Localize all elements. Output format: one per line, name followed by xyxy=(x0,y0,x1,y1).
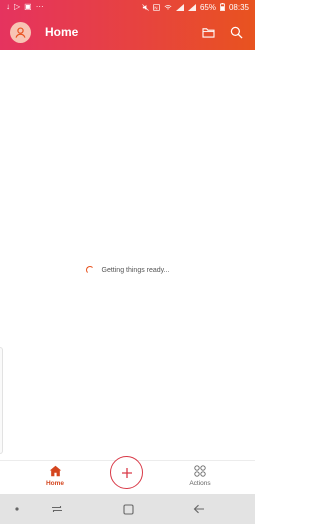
folder-icon xyxy=(201,27,215,38)
create-button[interactable] xyxy=(110,456,143,489)
search-button[interactable] xyxy=(225,21,247,43)
nav-home[interactable]: Home xyxy=(35,465,75,487)
back-button[interactable] xyxy=(192,502,206,516)
loading-text: Getting things ready... xyxy=(101,266,170,274)
system-navigation-bar xyxy=(0,494,255,524)
avatar-icon xyxy=(15,26,26,38)
home-icon xyxy=(49,465,61,477)
battery-percent: 65% xyxy=(199,2,216,12)
recents-button[interactable] xyxy=(50,502,64,516)
edge-panel-handle[interactable] xyxy=(0,347,3,454)
spinner-icon xyxy=(85,266,94,274)
recents-icon xyxy=(52,506,62,512)
system-status: N 65% 08:35 xyxy=(142,3,249,12)
svg-text:N: N xyxy=(154,5,157,10)
nav-actions-label: Actions xyxy=(189,480,211,487)
status-bar: ↓ ▷ ▣ ··· N 65% 08:35 xyxy=(0,0,255,14)
notification-icons: ↓ ▷ ▣ ··· xyxy=(6,3,44,11)
battery-icon xyxy=(220,3,225,11)
main-content xyxy=(0,50,255,460)
square-home-icon xyxy=(122,503,134,515)
loading-indicator: Getting things ready... xyxy=(0,266,255,274)
actions-grid-icon xyxy=(194,465,206,477)
download-notification-icon: ↓ xyxy=(6,2,10,11)
image-notification-icon: ▣ xyxy=(24,2,32,11)
wifi-icon xyxy=(164,4,172,9)
plus-icon xyxy=(121,467,132,478)
home-system-button[interactable] xyxy=(121,502,135,516)
nav-home-label: Home xyxy=(45,480,65,487)
dot-icon xyxy=(15,507,19,511)
page-title: Home xyxy=(45,25,79,39)
nav-actions[interactable]: Actions xyxy=(180,465,220,487)
nfc-icon: N xyxy=(153,3,160,11)
signal-icon-2 xyxy=(187,3,196,11)
clock: 08:35 xyxy=(228,2,249,12)
signal-icon xyxy=(175,3,184,11)
more-notifications-icon: ··· xyxy=(35,2,44,11)
mute-icon xyxy=(142,3,149,11)
system-dot-button[interactable] xyxy=(13,502,21,516)
avatar[interactable] xyxy=(10,21,31,43)
app-bar: Home xyxy=(0,14,255,50)
folder-button[interactable] xyxy=(197,21,219,43)
search-icon xyxy=(230,26,243,39)
back-arrow-icon xyxy=(193,504,204,514)
play-notification-icon: ▷ xyxy=(14,2,21,11)
